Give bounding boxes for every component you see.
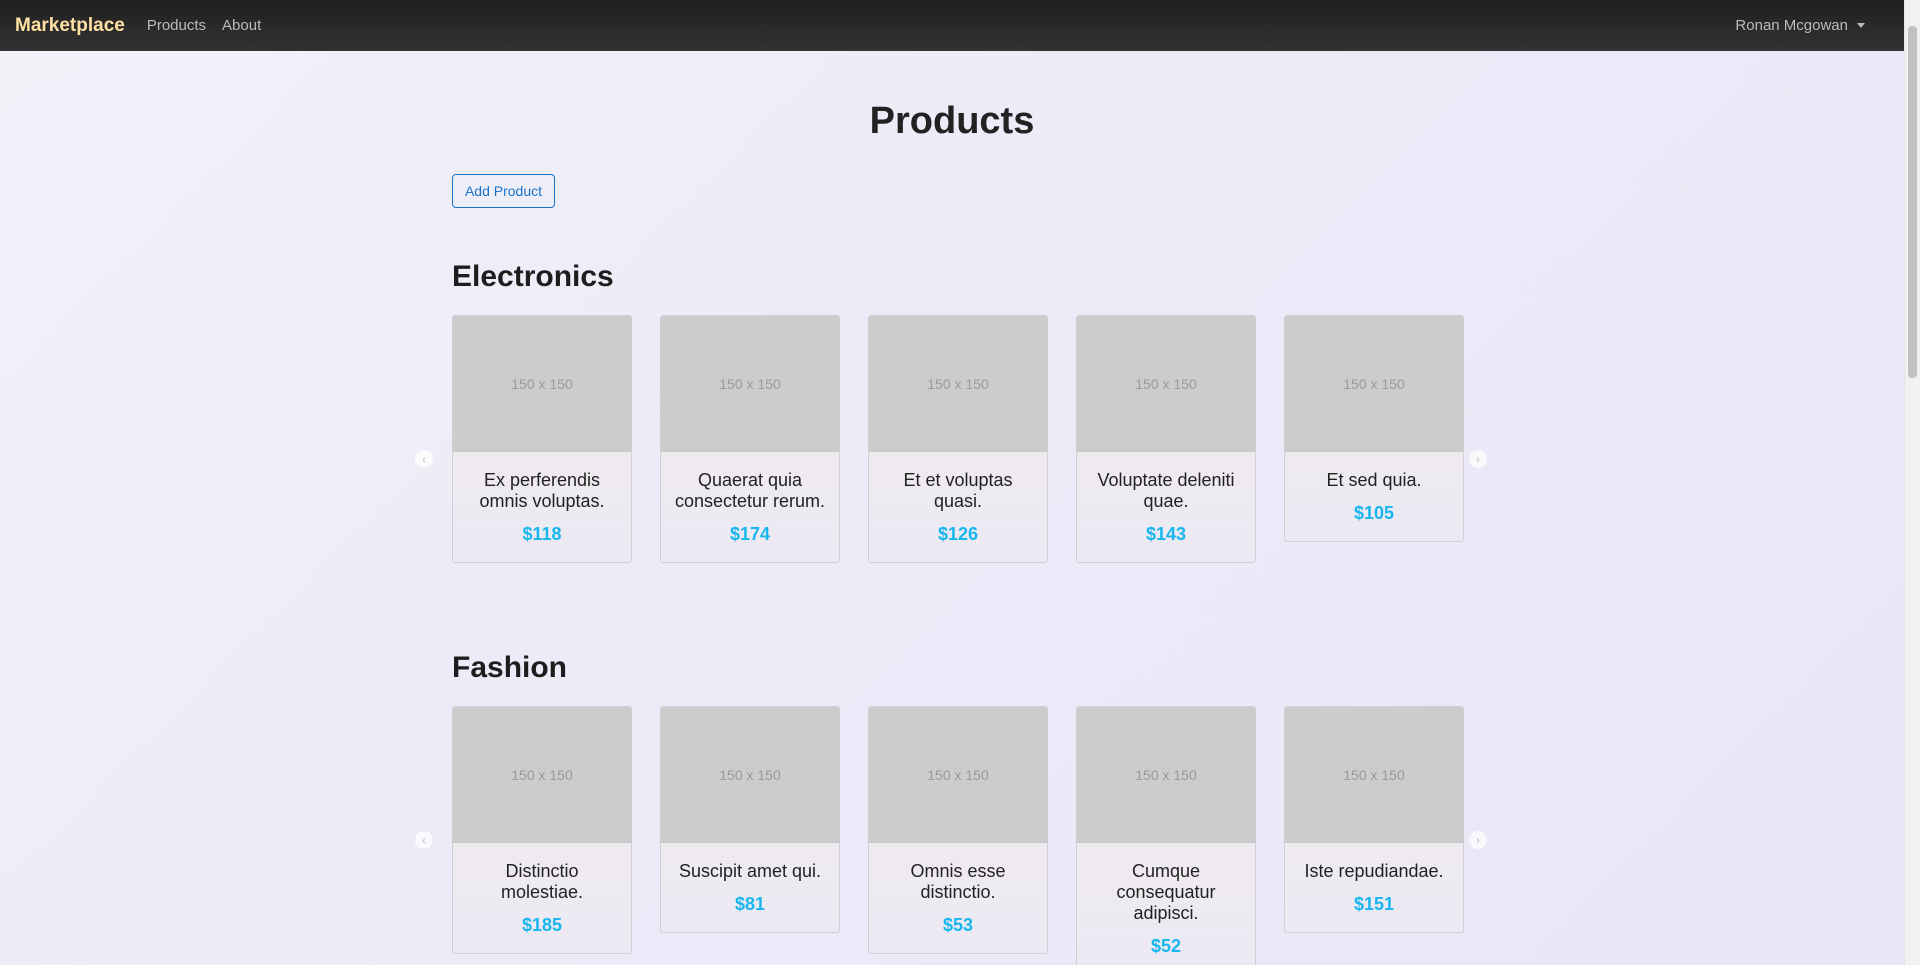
- product-card[interactable]: 150 x 150 Et et voluptas quasi. $126: [868, 315, 1048, 563]
- product-card[interactable]: 150 x 150 Voluptate deleniti quae. $143: [1076, 315, 1256, 563]
- chevron-right-icon: ›: [1476, 833, 1480, 847]
- product-card[interactable]: 150 x 150 Ex perferendis omnis voluptas.…: [452, 315, 632, 563]
- product-name: Ex perferendis omnis voluptas.: [479, 470, 605, 511]
- product-name: Voluptate deleniti quae.: [1097, 470, 1235, 511]
- product-card[interactable]: 150 x 150 Omnis esse distinctio. $53: [868, 706, 1048, 954]
- navbar: Marketplace Products About Ronan Mcgowan: [0, 0, 1904, 51]
- section-title-electronics: Electronics: [452, 260, 614, 293]
- caret-down-icon: [1857, 23, 1865, 28]
- product-price: $118: [522, 524, 562, 544]
- product-card[interactable]: 150 x 150 Iste repudiandae. $151: [1284, 706, 1464, 933]
- carousel-next-electronics[interactable]: ›: [1469, 450, 1487, 468]
- product-image-placeholder: 150 x 150: [869, 316, 1047, 452]
- chevron-left-icon: ‹: [422, 833, 426, 847]
- product-name: Omnis esse distinctio.: [910, 861, 1006, 902]
- product-name: Iste repudiandae.: [1304, 861, 1444, 881]
- vertical-scrollbar[interactable]: [1904, 0, 1920, 965]
- carousel-prev-electronics[interactable]: ‹: [415, 450, 433, 468]
- nav-link-products[interactable]: Products: [147, 17, 206, 34]
- user-name: Ronan Mcgowan: [1735, 17, 1848, 34]
- product-card[interactable]: 150 x 150 Distinctio molestiae. $185: [452, 706, 632, 954]
- product-name: Et sed quia.: [1326, 470, 1422, 490]
- product-image-placeholder: 150 x 150: [869, 707, 1047, 843]
- product-image-placeholder: 150 x 150: [453, 707, 631, 843]
- product-card[interactable]: 150 x 150 Suscipit amet qui. $81: [660, 706, 840, 933]
- add-product-button[interactable]: Add Product: [452, 174, 555, 208]
- product-image-placeholder: 150 x 150: [1285, 316, 1463, 452]
- product-card[interactable]: 150 x 150 Cumque consequatur adipisci. $…: [1076, 706, 1256, 965]
- product-image-placeholder: 150 x 150: [661, 707, 839, 843]
- product-image-placeholder: 150 x 150: [661, 316, 839, 452]
- chevron-left-icon: ‹: [422, 452, 426, 466]
- product-image-placeholder: 150 x 150: [1285, 707, 1463, 843]
- product-image-placeholder: 150 x 150: [453, 316, 631, 452]
- scrollbar-thumb[interactable]: [1908, 26, 1917, 378]
- product-name: Suscipit amet qui.: [678, 861, 822, 881]
- user-menu-dropdown[interactable]: Ronan Mcgowan: [1735, 17, 1865, 34]
- carousel-prev-fashion[interactable]: ‹: [415, 831, 433, 849]
- brand-logo[interactable]: Marketplace: [15, 15, 125, 37]
- product-price: $53: [942, 915, 974, 935]
- product-price: $105: [1353, 503, 1395, 523]
- product-image-placeholder: 150 x 150: [1077, 707, 1255, 843]
- product-price: $52: [1150, 936, 1182, 956]
- carousel-next-fashion[interactable]: ›: [1469, 831, 1487, 849]
- product-price: $143: [1145, 524, 1187, 544]
- product-name: Et et voluptas quasi.: [903, 470, 1013, 511]
- product-card[interactable]: 150 x 150 Quaerat quia consectetur rerum…: [660, 315, 840, 563]
- page-title: Products: [869, 100, 1035, 142]
- product-price: $185: [521, 915, 563, 935]
- section-title-fashion: Fashion: [452, 651, 568, 684]
- product-price: $151: [1353, 894, 1395, 914]
- product-price: $126: [937, 524, 979, 544]
- product-image-placeholder: 150 x 150: [1077, 316, 1255, 452]
- product-card[interactable]: 150 x 150 Et sed quia. $105: [1284, 315, 1464, 542]
- product-price: $174: [729, 524, 771, 544]
- product-price: $81: [734, 894, 766, 914]
- product-name: Cumque consequatur adipisci.: [1116, 861, 1216, 923]
- chevron-right-icon: ›: [1476, 452, 1480, 466]
- product-name: Distinctio molestiae.: [500, 861, 584, 902]
- product-name: Quaerat quia consectetur rerum.: [674, 470, 826, 511]
- nav-link-about[interactable]: About: [222, 17, 261, 34]
